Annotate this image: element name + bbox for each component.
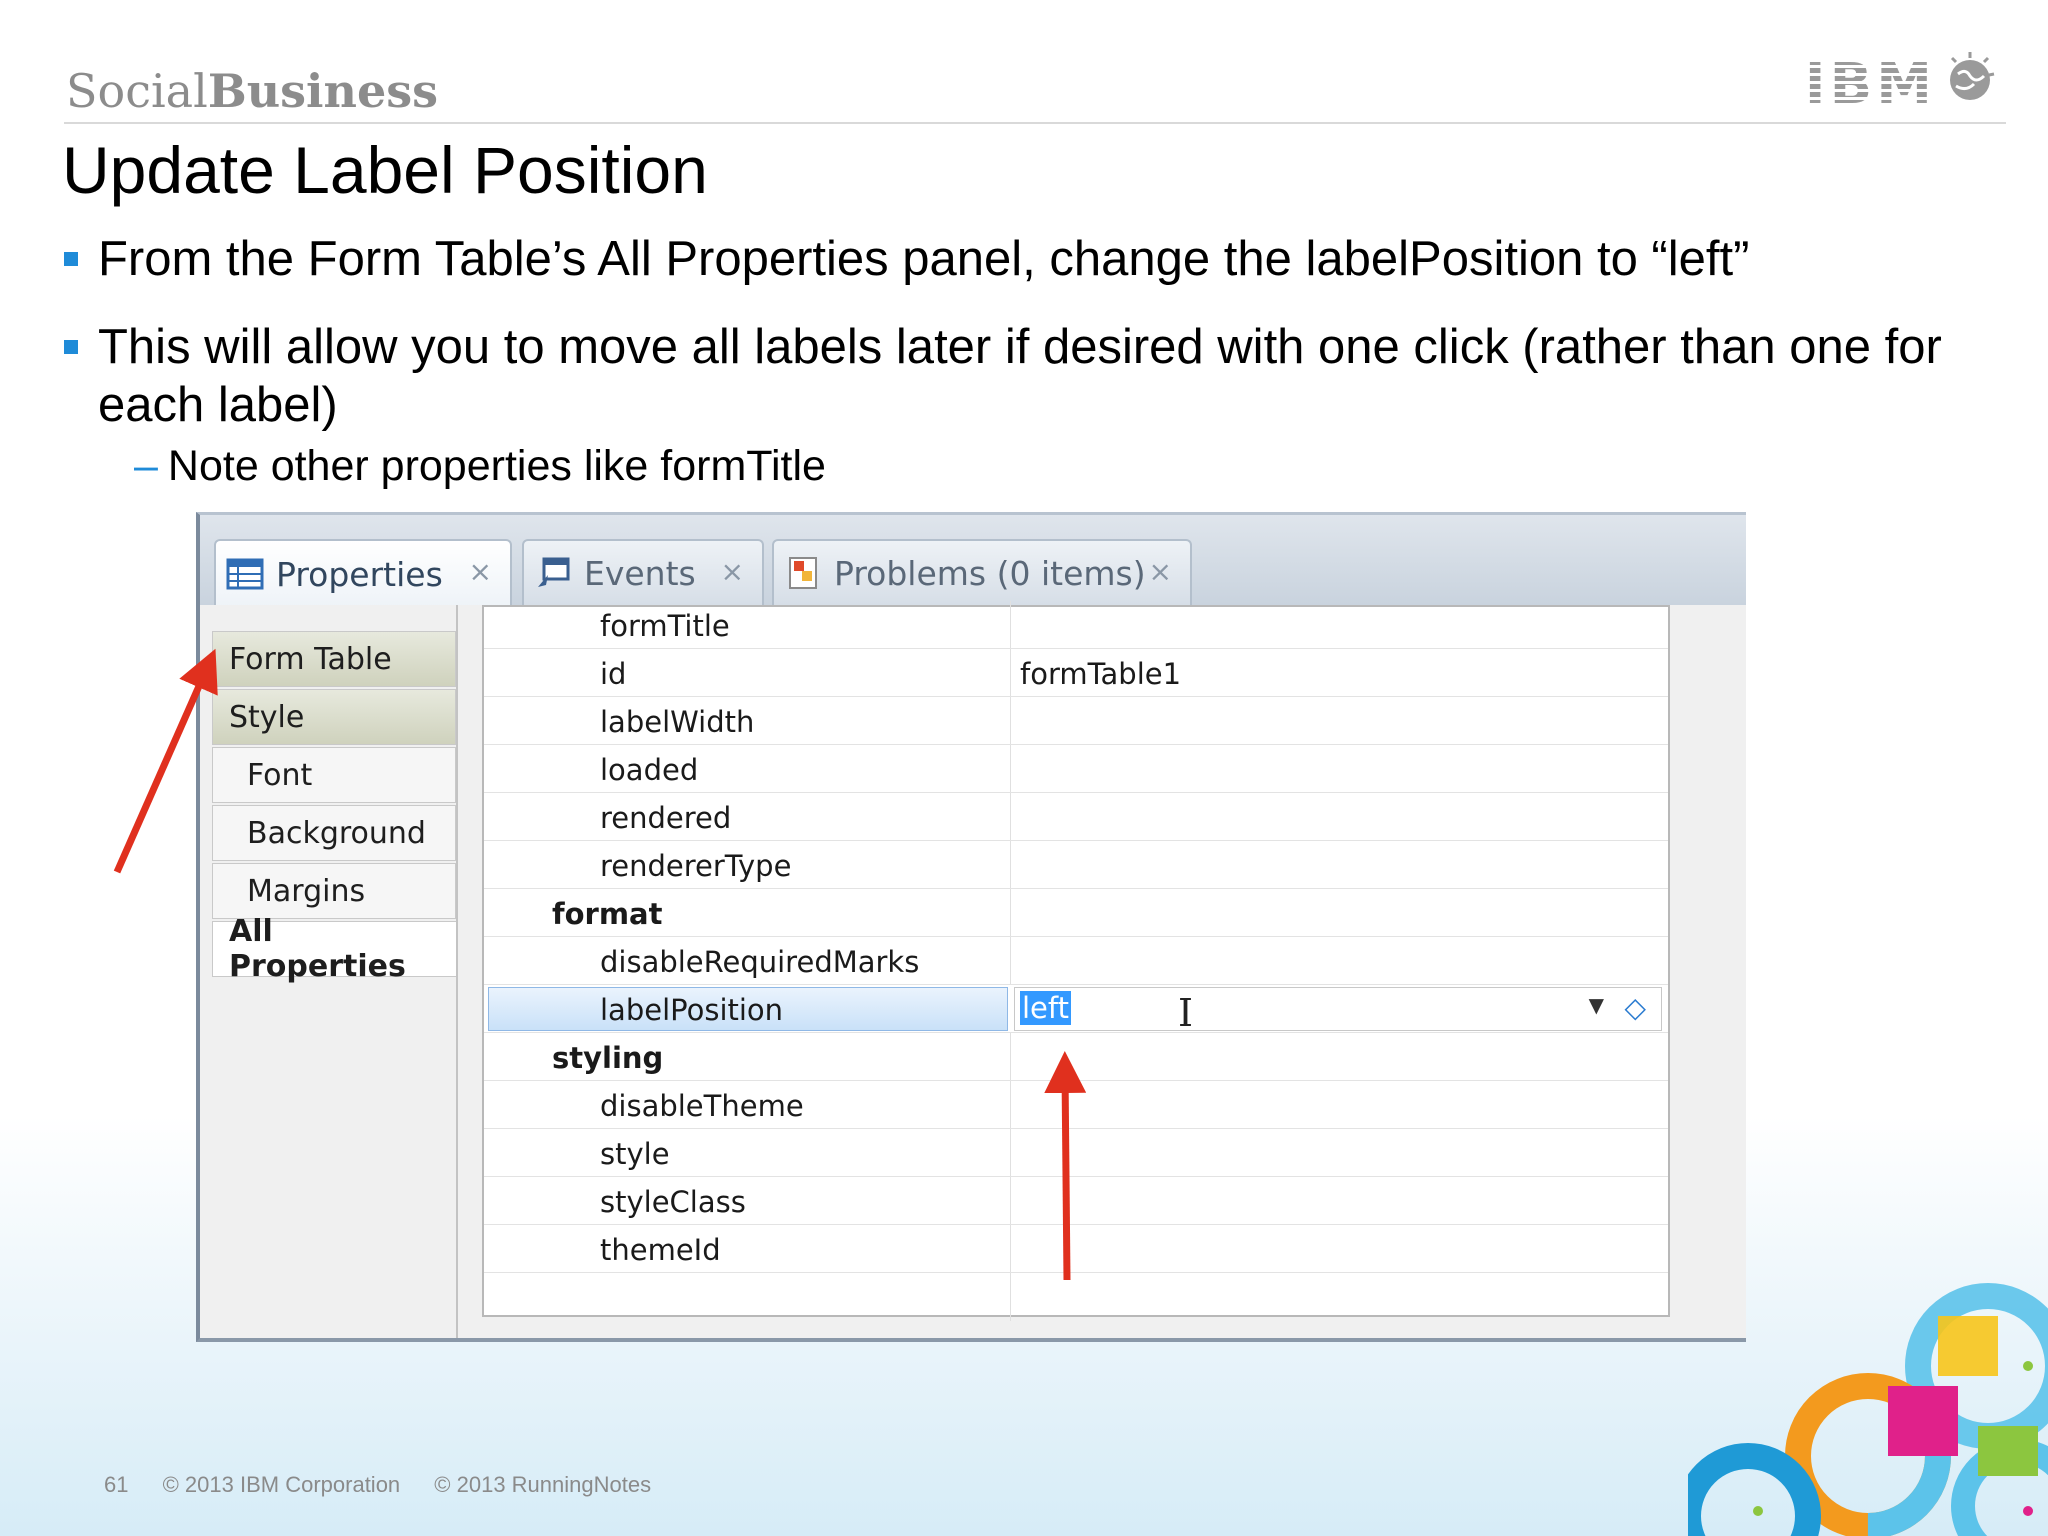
- bullet-marker: [64, 252, 78, 266]
- header-divider: [64, 122, 2006, 124]
- sidebar-item-all-properties[interactable]: All Properties: [212, 914, 456, 984]
- close-icon[interactable]: ×: [721, 555, 744, 588]
- properties-sidebar: Form Table Style Font Background Margins…: [208, 605, 458, 1338]
- bullet-2-text: This will allow you to move all labels l…: [98, 320, 1942, 432]
- slide-title: Update Label Position: [62, 133, 708, 207]
- bullet-1: From the Form Table’s All Properties pan…: [62, 230, 1982, 288]
- property-name: rendered: [600, 801, 732, 835]
- grid-row-labelwidth[interactable]: labelWidth: [484, 697, 1668, 745]
- sidebar-item-margins[interactable]: Margins: [212, 863, 456, 919]
- grid-row-disablerequiredmarks[interactable]: disableRequiredMarks: [484, 937, 1668, 985]
- properties-pane: Form Table Style Font Background Margins…: [200, 601, 1746, 1338]
- reset-diamond-icon[interactable]: ◇: [1624, 991, 1646, 1024]
- grid-row-renderertype[interactable]: rendererType: [484, 841, 1668, 889]
- sub-bullet-text: Note other properties like formTitle: [167, 442, 826, 490]
- grid-category-format[interactable]: format: [484, 889, 1668, 937]
- bullet-marker: [64, 340, 78, 354]
- property-category: styling: [552, 1041, 664, 1075]
- property-name: formTitle: [600, 609, 730, 643]
- sidebar-item-style[interactable]: Style: [212, 689, 456, 745]
- grid-row-labelposition[interactable]: labelPosition left I ▼ ◇: [484, 985, 1668, 1035]
- brand-business: Business: [207, 64, 439, 118]
- tab-events[interactable]: Events ×: [522, 539, 764, 605]
- slide-footer: 61 © 2013 IBM Corporation © 2013 Running…: [104, 1472, 679, 1498]
- sub-bullet-dash: –: [134, 442, 158, 490]
- globe-icon: [1950, 52, 1995, 100]
- grid-row-loaded[interactable]: loaded: [484, 745, 1668, 793]
- view-tab-bar: Properties × Events × Problems (0 items)…: [200, 515, 1746, 607]
- dropdown-arrow-icon[interactable]: ▼: [1589, 993, 1604, 1017]
- close-icon[interactable]: ×: [1149, 555, 1172, 588]
- tab-problems-label: Problems (0 items): [834, 553, 1146, 593]
- grid-row-themeid[interactable]: themeId: [484, 1225, 1668, 1273]
- grid-row-disabletheme[interactable]: disableTheme: [484, 1081, 1668, 1129]
- property-name: id: [600, 657, 627, 691]
- grid-row-style[interactable]: style: [484, 1129, 1668, 1177]
- grid-row-styleclass[interactable]: styleClass: [484, 1177, 1668, 1225]
- property-category: format: [552, 897, 663, 931]
- arrow-to-form-table: [113, 648, 218, 874]
- property-name: disableTheme: [600, 1089, 804, 1123]
- bullet-2: This will allow you to move all labels l…: [62, 318, 2012, 434]
- tab-events-label: Events: [584, 553, 696, 593]
- grid-row-id[interactable]: id formTable1: [484, 649, 1668, 697]
- social-business-brand: SocialBusiness: [66, 64, 438, 118]
- labelposition-value-input[interactable]: left: [1020, 991, 1071, 1025]
- ibm-logo: IBM: [1804, 52, 1936, 117]
- events-icon: [538, 557, 570, 587]
- tab-properties-label: Properties: [276, 554, 443, 594]
- property-name: rendererType: [600, 849, 792, 883]
- sub-bullet: – Note other properties like formTitle: [134, 442, 826, 491]
- property-name: disableRequiredMarks: [600, 945, 920, 979]
- property-name: loaded: [600, 753, 699, 787]
- properties-grid: formTitle id formTable1 labelWidth loade…: [482, 601, 1670, 1321]
- property-value[interactable]: formTable1: [1020, 657, 1181, 691]
- properties-view: Properties × Events × Problems (0 items)…: [196, 512, 1746, 1342]
- copyright-runningnotes: © 2013 RunningNotes: [434, 1472, 652, 1497]
- sidebar-item-font[interactable]: Font: [212, 747, 456, 803]
- tab-properties[interactable]: Properties ×: [214, 539, 512, 607]
- sidebar-item-background[interactable]: Background: [212, 805, 456, 861]
- grid-row-empty: [484, 1273, 1668, 1321]
- property-name: style: [600, 1137, 670, 1171]
- property-name: styleClass: [600, 1185, 746, 1219]
- labelposition-editor[interactable]: [1014, 987, 1662, 1031]
- grid-row-formtitle[interactable]: formTitle: [484, 601, 1668, 649]
- close-icon[interactable]: ×: [469, 555, 492, 588]
- bullet-1-text: From the Form Table’s All Properties pan…: [98, 232, 1750, 286]
- property-name: labelPosition: [600, 993, 784, 1027]
- grid-row-rendered[interactable]: rendered: [484, 793, 1668, 841]
- copyright-ibm: © 2013 IBM Corporation: [162, 1472, 401, 1497]
- sidebar-item-form-table[interactable]: Form Table: [212, 631, 456, 687]
- grid-category-styling[interactable]: styling: [484, 1033, 1668, 1081]
- text-cursor-icon: I: [1178, 991, 1194, 1035]
- property-name: themeId: [600, 1233, 721, 1267]
- problems-icon: [789, 557, 817, 589]
- properties-table-icon: [226, 558, 264, 590]
- tab-problems[interactable]: Problems (0 items) ×: [772, 539, 1192, 605]
- brand-social: Social: [66, 64, 208, 118]
- property-name: labelWidth: [600, 705, 755, 739]
- page-number: 61: [104, 1472, 129, 1497]
